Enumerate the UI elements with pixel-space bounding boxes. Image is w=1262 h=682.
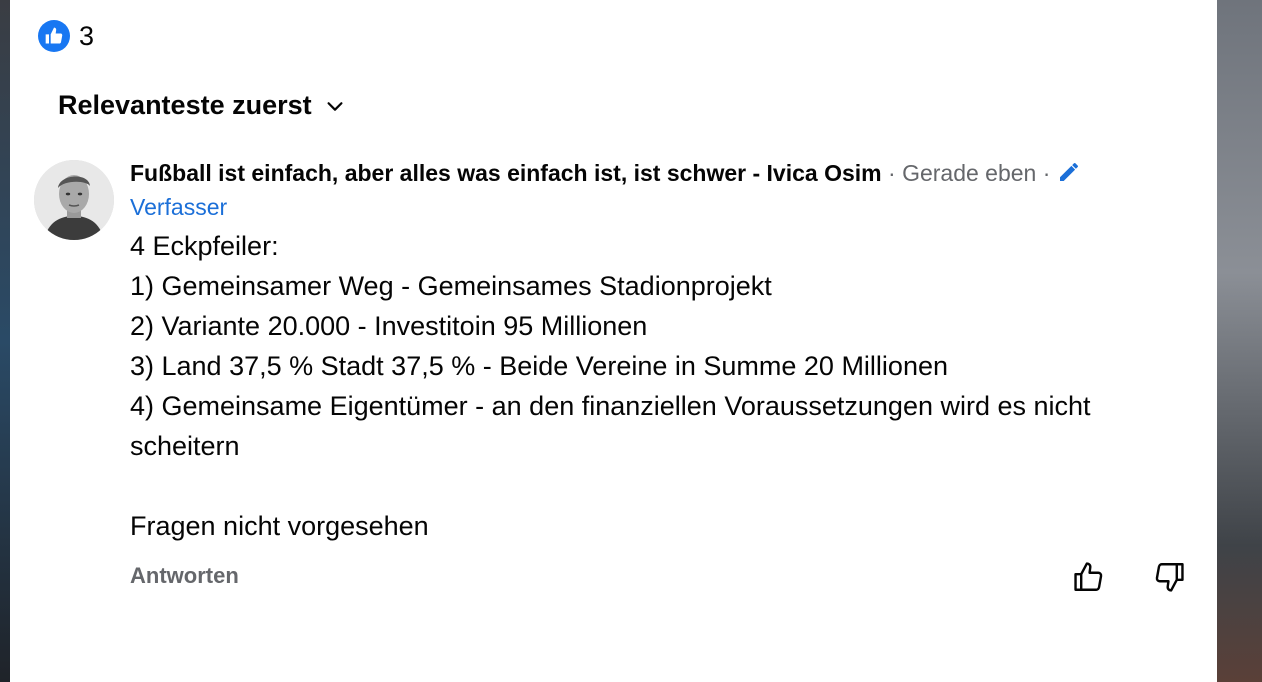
pencil-icon bbox=[1059, 163, 1078, 181]
comment-line: 4 Eckpfeiler: bbox=[130, 231, 279, 261]
comments-panel: 3 Relevanteste zuerst Fußball ist einfac… bbox=[10, 0, 1217, 682]
comment-author[interactable]: Fußball ist einfach, aber alles was einf… bbox=[130, 160, 882, 186]
author-badge-label: Verfasser bbox=[130, 194, 228, 220]
avatar[interactable] bbox=[34, 160, 114, 240]
downvote-button[interactable] bbox=[1150, 558, 1188, 596]
comment: Fußball ist einfach, aber alles was einf… bbox=[130, 156, 1130, 546]
comment-line: 2) Variante 20.000 - Investitoin 95 Mill… bbox=[130, 311, 648, 341]
thumbs-down-icon bbox=[1155, 563, 1184, 592]
reply-button[interactable]: Antworten bbox=[130, 563, 239, 589]
comment-time[interactable]: Gerade eben bbox=[902, 160, 1036, 186]
chevron-down-icon bbox=[327, 101, 343, 111]
comment-meta: Fußball ist einfach, aber alles was einf… bbox=[130, 156, 1130, 224]
meta-separator: · bbox=[1036, 160, 1057, 186]
sort-dropdown[interactable]: Relevanteste zuerst bbox=[58, 90, 346, 121]
comment-line bbox=[130, 466, 1130, 506]
thumbs-up-icon bbox=[1074, 562, 1103, 591]
upvote-button[interactable] bbox=[1070, 558, 1108, 596]
background-right bbox=[1217, 0, 1262, 682]
comment-line: 4) Gemeinsame Eigentümer - an den finanz… bbox=[130, 391, 1091, 461]
comment-line: Fragen nicht vorgesehen bbox=[130, 511, 429, 541]
comment-line: 1) Gemeinsamer Weg - Gemeinsames Stadion… bbox=[130, 271, 772, 301]
comment-body: 4 Eckpfeiler: 1) Gemeinsamer Weg - Gemei… bbox=[130, 226, 1130, 546]
background-left bbox=[0, 0, 10, 682]
reaction-summary[interactable]: 3 bbox=[38, 20, 94, 52]
reaction-count: 3 bbox=[79, 20, 95, 51]
comment-line: 3) Land 37,5 % Stadt 37,5 % - Beide Vere… bbox=[130, 351, 948, 381]
sort-label: Relevanteste zuerst bbox=[58, 90, 312, 120]
thumbs-up-icon bbox=[38, 20, 70, 52]
meta-separator: · bbox=[881, 160, 903, 186]
